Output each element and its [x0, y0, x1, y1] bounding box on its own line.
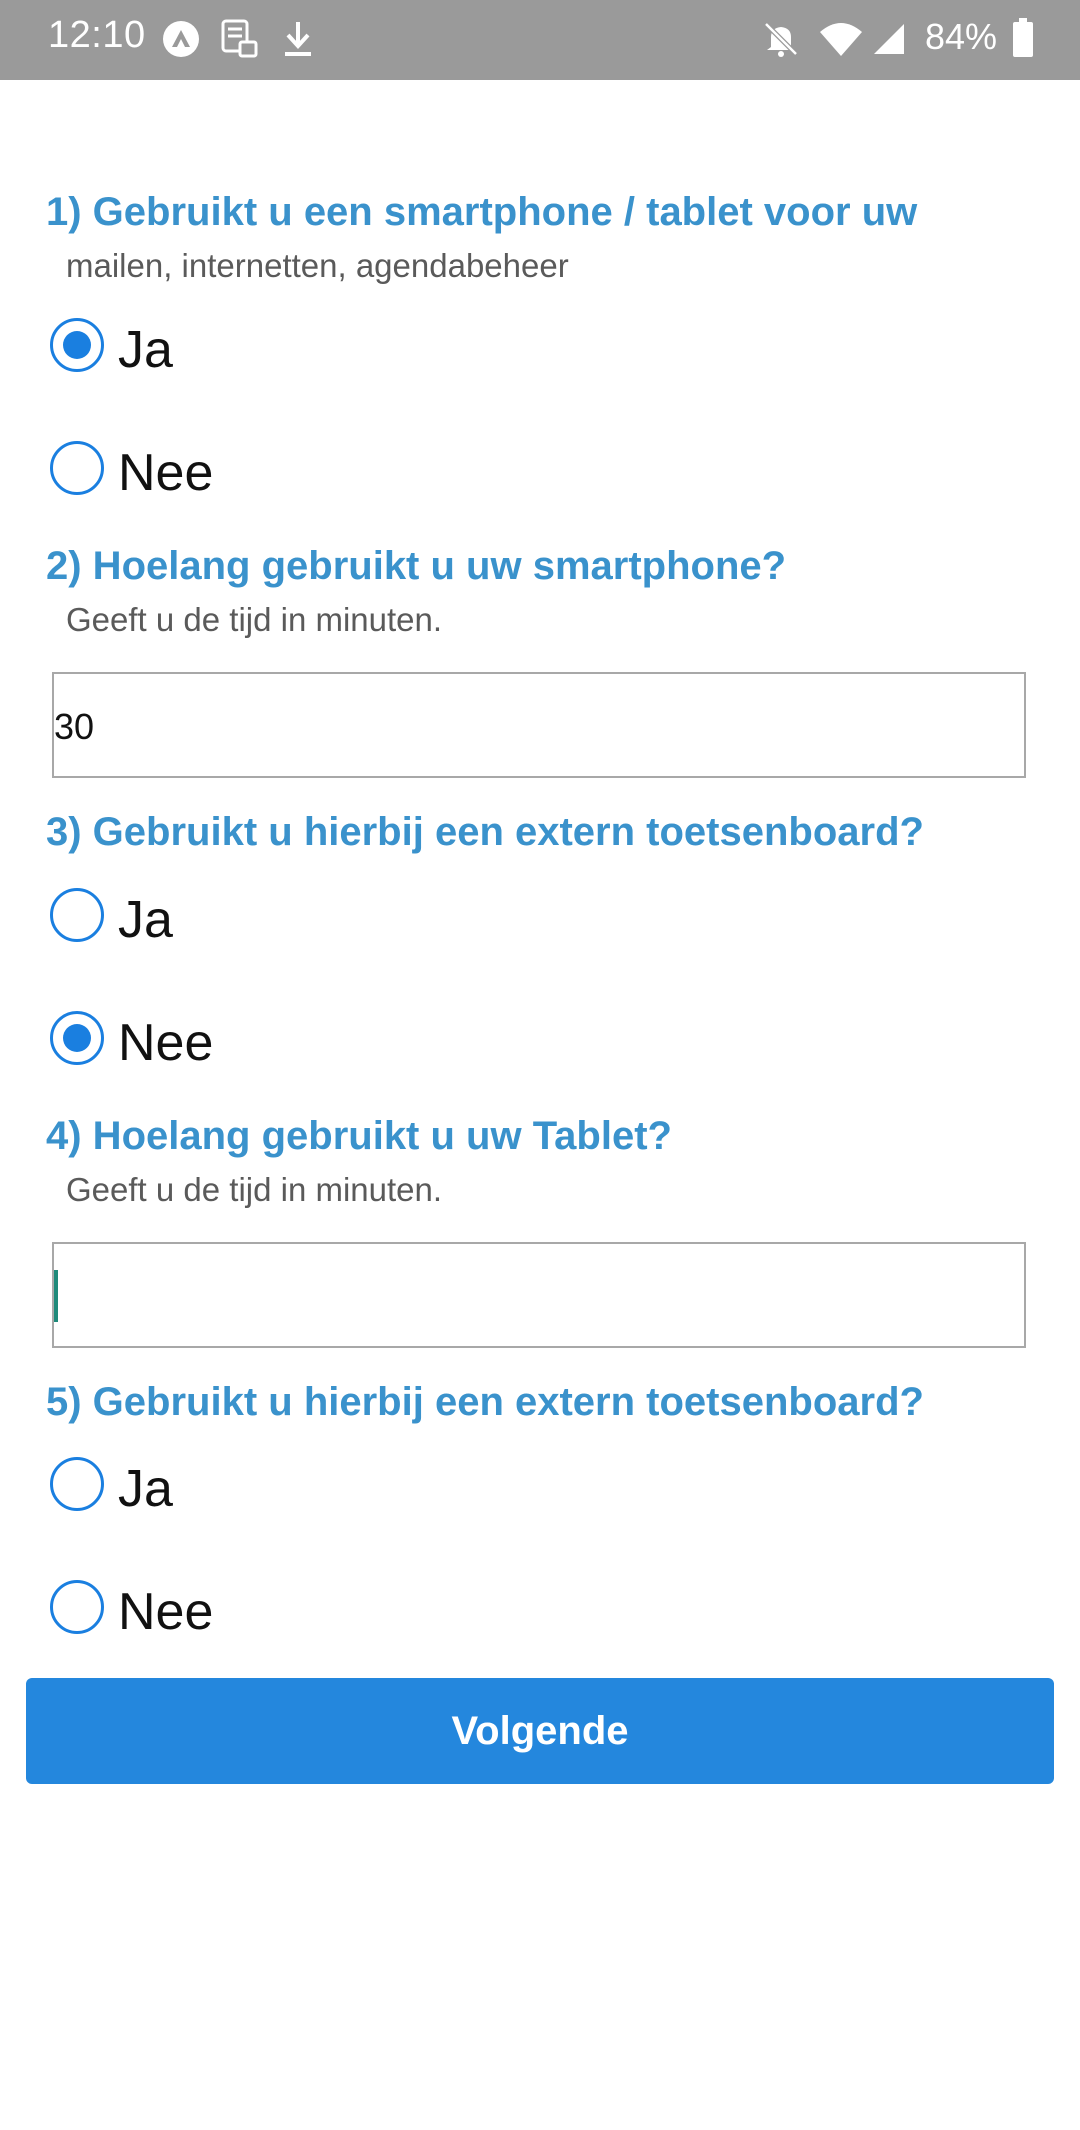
sim-icon	[220, 18, 260, 65]
radio-button-checked[interactable]	[50, 1011, 104, 1065]
wifi-icon	[818, 22, 864, 63]
radio-button[interactable]	[50, 1457, 104, 1511]
question-1-option-nee[interactable]: Nee	[50, 441, 650, 521]
tablet-minutes-input[interactable]	[52, 1242, 1026, 1348]
question-1-subtitle: mailen, internetten, agendabeheer	[66, 247, 569, 284]
question-3-option-nee[interactable]: Nee	[50, 1011, 650, 1091]
radio-button-checked[interactable]	[50, 318, 104, 372]
question-1-title: 1) Gebruikt u een smartphone / tablet vo…	[46, 190, 918, 234]
question-5-option-nee[interactable]: Nee	[50, 1580, 650, 1660]
option-label: Nee	[118, 1583, 214, 1641]
battery-percentage: 84%	[925, 16, 998, 57]
status-bar: 12:10 84%	[0, 0, 1080, 80]
option-label: Nee	[118, 444, 214, 502]
question-1-option-ja[interactable]: Ja	[50, 318, 650, 398]
option-label: Ja	[118, 321, 173, 379]
smartphone-minutes-input[interactable]: 30	[52, 672, 1026, 778]
mute-icon	[762, 20, 800, 63]
question-2-subtitle: Geeft u de tijd in minuten.	[66, 601, 443, 638]
download-icon	[282, 20, 314, 63]
option-label: Ja	[118, 1460, 173, 1518]
input-value: 30	[54, 706, 95, 747]
radio-button[interactable]	[50, 888, 104, 942]
app-icon	[162, 20, 200, 63]
radio-button[interactable]	[50, 441, 104, 495]
status-time: 12:10	[48, 14, 146, 56]
question-2-title: 2) Hoelang gebruikt u uw smartphone?	[46, 544, 787, 588]
question-5-title: 5) Gebruikt u hierbij een extern toetsen…	[46, 1380, 924, 1424]
question-3-title: 3) Gebruikt u hierbij een extern toetsen…	[46, 810, 924, 854]
question-4-subtitle: Geeft u de tijd in minuten.	[66, 1171, 443, 1208]
question-5-option-ja[interactable]: Ja	[50, 1457, 650, 1537]
text-caret	[54, 1270, 58, 1322]
signal-icon	[872, 22, 906, 61]
question-4-title: 4) Hoelang gebruikt u uw Tablet?	[46, 1114, 672, 1158]
option-label: Ja	[118, 891, 173, 949]
next-button[interactable]: Volgende	[26, 1678, 1054, 1784]
option-label: Nee	[118, 1014, 214, 1072]
radio-button[interactable]	[50, 1580, 104, 1634]
battery-icon	[1012, 18, 1034, 63]
question-3-option-ja[interactable]: Ja	[50, 888, 650, 968]
